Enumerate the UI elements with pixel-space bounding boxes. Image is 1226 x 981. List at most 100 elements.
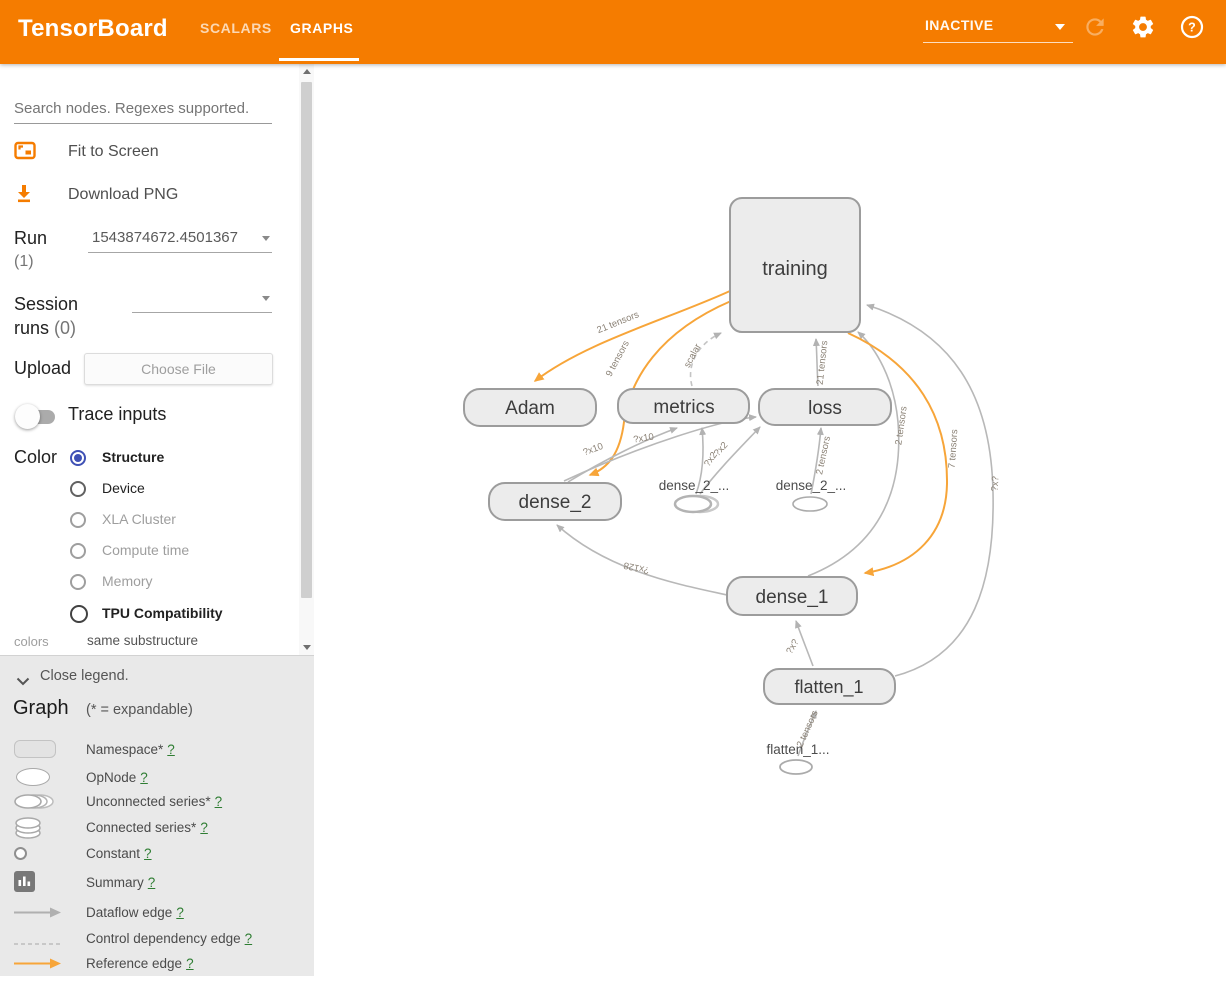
legend-item-opnode: OpNode? (0, 768, 314, 790)
run-status-value: INACTIVE (925, 17, 994, 33)
chevron-down-icon (16, 673, 30, 691)
tab-graphs[interactable]: GRAPHS (290, 20, 354, 36)
radio-structure-label[interactable]: Structure (102, 449, 164, 465)
session-runs-word: runs (14, 318, 49, 338)
svg-text:dense_2_...: dense_2_... (659, 478, 730, 493)
graph-node-adam[interactable]: Adam (464, 389, 596, 426)
graph-node-dense1[interactable]: dense_1 (727, 577, 857, 615)
radio-compute-time-label[interactable]: Compute time (102, 542, 189, 558)
help-link[interactable]: ? (144, 846, 152, 861)
svg-text:dense_1: dense_1 (756, 587, 829, 608)
radio-compute-time[interactable] (70, 543, 86, 559)
help-link[interactable]: ? (148, 875, 156, 890)
svg-text:dense_2_...: dense_2_... (776, 478, 847, 493)
session-runs-count: (0) (54, 318, 76, 338)
opnode-icon (16, 768, 50, 786)
edge-label: ?x10 (633, 431, 655, 445)
radio-memory[interactable] (70, 574, 86, 590)
graph-svg: 21 tensors 9 tensors scalar 21 tensors ?… (314, 64, 1226, 976)
edge-label: 9 tensors (604, 339, 632, 379)
refresh-icon[interactable] (1082, 14, 1108, 40)
radio-device[interactable] (70, 481, 86, 497)
legend-item-control-dependency-edge: Control dependency edge? (0, 929, 314, 951)
graph-node-training[interactable]: training (730, 198, 860, 332)
edge-label: ?x? (784, 637, 801, 656)
fit-to-screen-icon[interactable] (14, 141, 36, 165)
legend-item-label: OpNode (86, 770, 136, 785)
radio-tpu-compatibility-label[interactable]: TPU Compatibility (102, 605, 223, 621)
run-status-dropdown[interactable]: INACTIVE (923, 12, 1073, 43)
radio-device-label[interactable]: Device (102, 480, 145, 496)
edge-training-dense1 (848, 333, 947, 573)
gear-icon[interactable] (1130, 14, 1156, 40)
legend-item-label: Dataflow edge (86, 905, 172, 920)
graph-node-flatten1[interactable]: flatten_1 (764, 669, 895, 704)
toggle-thumb (15, 404, 40, 429)
help-link[interactable]: ? (245, 931, 253, 946)
radio-tpu-compatibility[interactable] (70, 605, 88, 623)
help-link[interactable]: ? (140, 770, 148, 785)
legend-item-label: Unconnected series* (86, 794, 211, 809)
chevron-down-icon (1055, 24, 1065, 30)
download-png-button[interactable]: Download PNG (68, 186, 178, 204)
graph-node-metrics[interactable]: metrics (618, 389, 749, 423)
help-link[interactable]: ? (215, 794, 223, 809)
edge-flatten1-training (867, 305, 993, 676)
edge-dense1-dense2 (557, 525, 727, 595)
run-select-value: 1543874672.4501367 (92, 229, 238, 246)
edge-label: 2 tensors (814, 435, 833, 476)
legend-item-dataflow-edge: Dataflow edge? (0, 903, 314, 925)
trace-inputs-toggle[interactable] (15, 404, 57, 430)
scroll-down-icon[interactable] (303, 645, 311, 650)
svg-text:loss: loss (808, 398, 842, 419)
radio-structure[interactable] (70, 450, 86, 466)
fit-to-screen-button[interactable]: Fit to Screen (68, 143, 159, 161)
radio-xla-cluster[interactable] (70, 512, 86, 528)
active-tab-underline (279, 58, 359, 61)
graph-node-dense2-series-b[interactable]: dense_2_... (776, 478, 847, 511)
control-dependency-edge-icon (13, 934, 63, 952)
svg-text:metrics: metrics (653, 397, 714, 418)
session-runs-select[interactable] (132, 286, 272, 313)
search-input[interactable] (14, 96, 272, 124)
legend-item-label: Control dependency edge (86, 931, 241, 946)
edge-label: 7 tensors (947, 429, 961, 469)
same-substructure-label: same substructure (87, 633, 198, 648)
color-section-label: Color (14, 447, 57, 468)
legend-item-label: Reference edge (86, 956, 182, 971)
graph-node-dense2[interactable]: dense_2 (489, 483, 621, 520)
scrollbar-thumb[interactable] (301, 82, 312, 598)
edge-label: 2 tensors (893, 405, 909, 445)
namespace-icon (14, 740, 56, 758)
radio-xla-cluster-label[interactable]: XLA Cluster (102, 511, 176, 527)
legend-title: Graph (13, 697, 69, 720)
help-link[interactable]: ? (176, 905, 184, 920)
edge-label: 21 tensors (595, 309, 640, 336)
tab-scalars[interactable]: SCALARS (200, 20, 272, 36)
run-select[interactable]: 1543874672.4501367 (88, 226, 272, 253)
legend-item-summary: Summary? (0, 873, 314, 895)
graph-canvas[interactable]: 21 tensors 9 tensors scalar 21 tensors ?… (314, 64, 1226, 976)
help-link[interactable]: ? (186, 956, 194, 971)
help-link[interactable]: ? (200, 820, 208, 835)
graph-legend-panel: Close legend. Graph (* = expandable) Nam… (0, 655, 314, 976)
download-icon[interactable] (14, 183, 34, 208)
edge-label: scalar (682, 342, 704, 370)
legend-item-connected-series: Connected series*? (0, 818, 314, 840)
sidebar-scrollbar[interactable] (299, 64, 314, 655)
graph-node-flatten1-series[interactable]: flatten_1... (766, 742, 829, 774)
trace-inputs-label: Trace inputs (68, 404, 166, 425)
scroll-up-icon[interactable] (303, 69, 311, 74)
help-link[interactable]: ? (167, 742, 175, 757)
graph-node-dense2-series-a[interactable]: dense_2_... (659, 478, 730, 512)
legend-item-label: Namespace* (86, 742, 163, 757)
help-icon[interactable]: ? (1179, 14, 1205, 40)
radio-memory-label[interactable]: Memory (102, 573, 153, 589)
choose-file-button[interactable]: Choose File (84, 353, 273, 385)
graph-node-loss[interactable]: loss (759, 389, 891, 425)
edge-training-adam (535, 291, 730, 381)
chevron-down-icon (262, 236, 270, 241)
session-runs-label-line1: Session (14, 294, 78, 315)
legend-item-constant: Constant? (0, 844, 314, 866)
legend-item-label: Constant (86, 846, 140, 861)
